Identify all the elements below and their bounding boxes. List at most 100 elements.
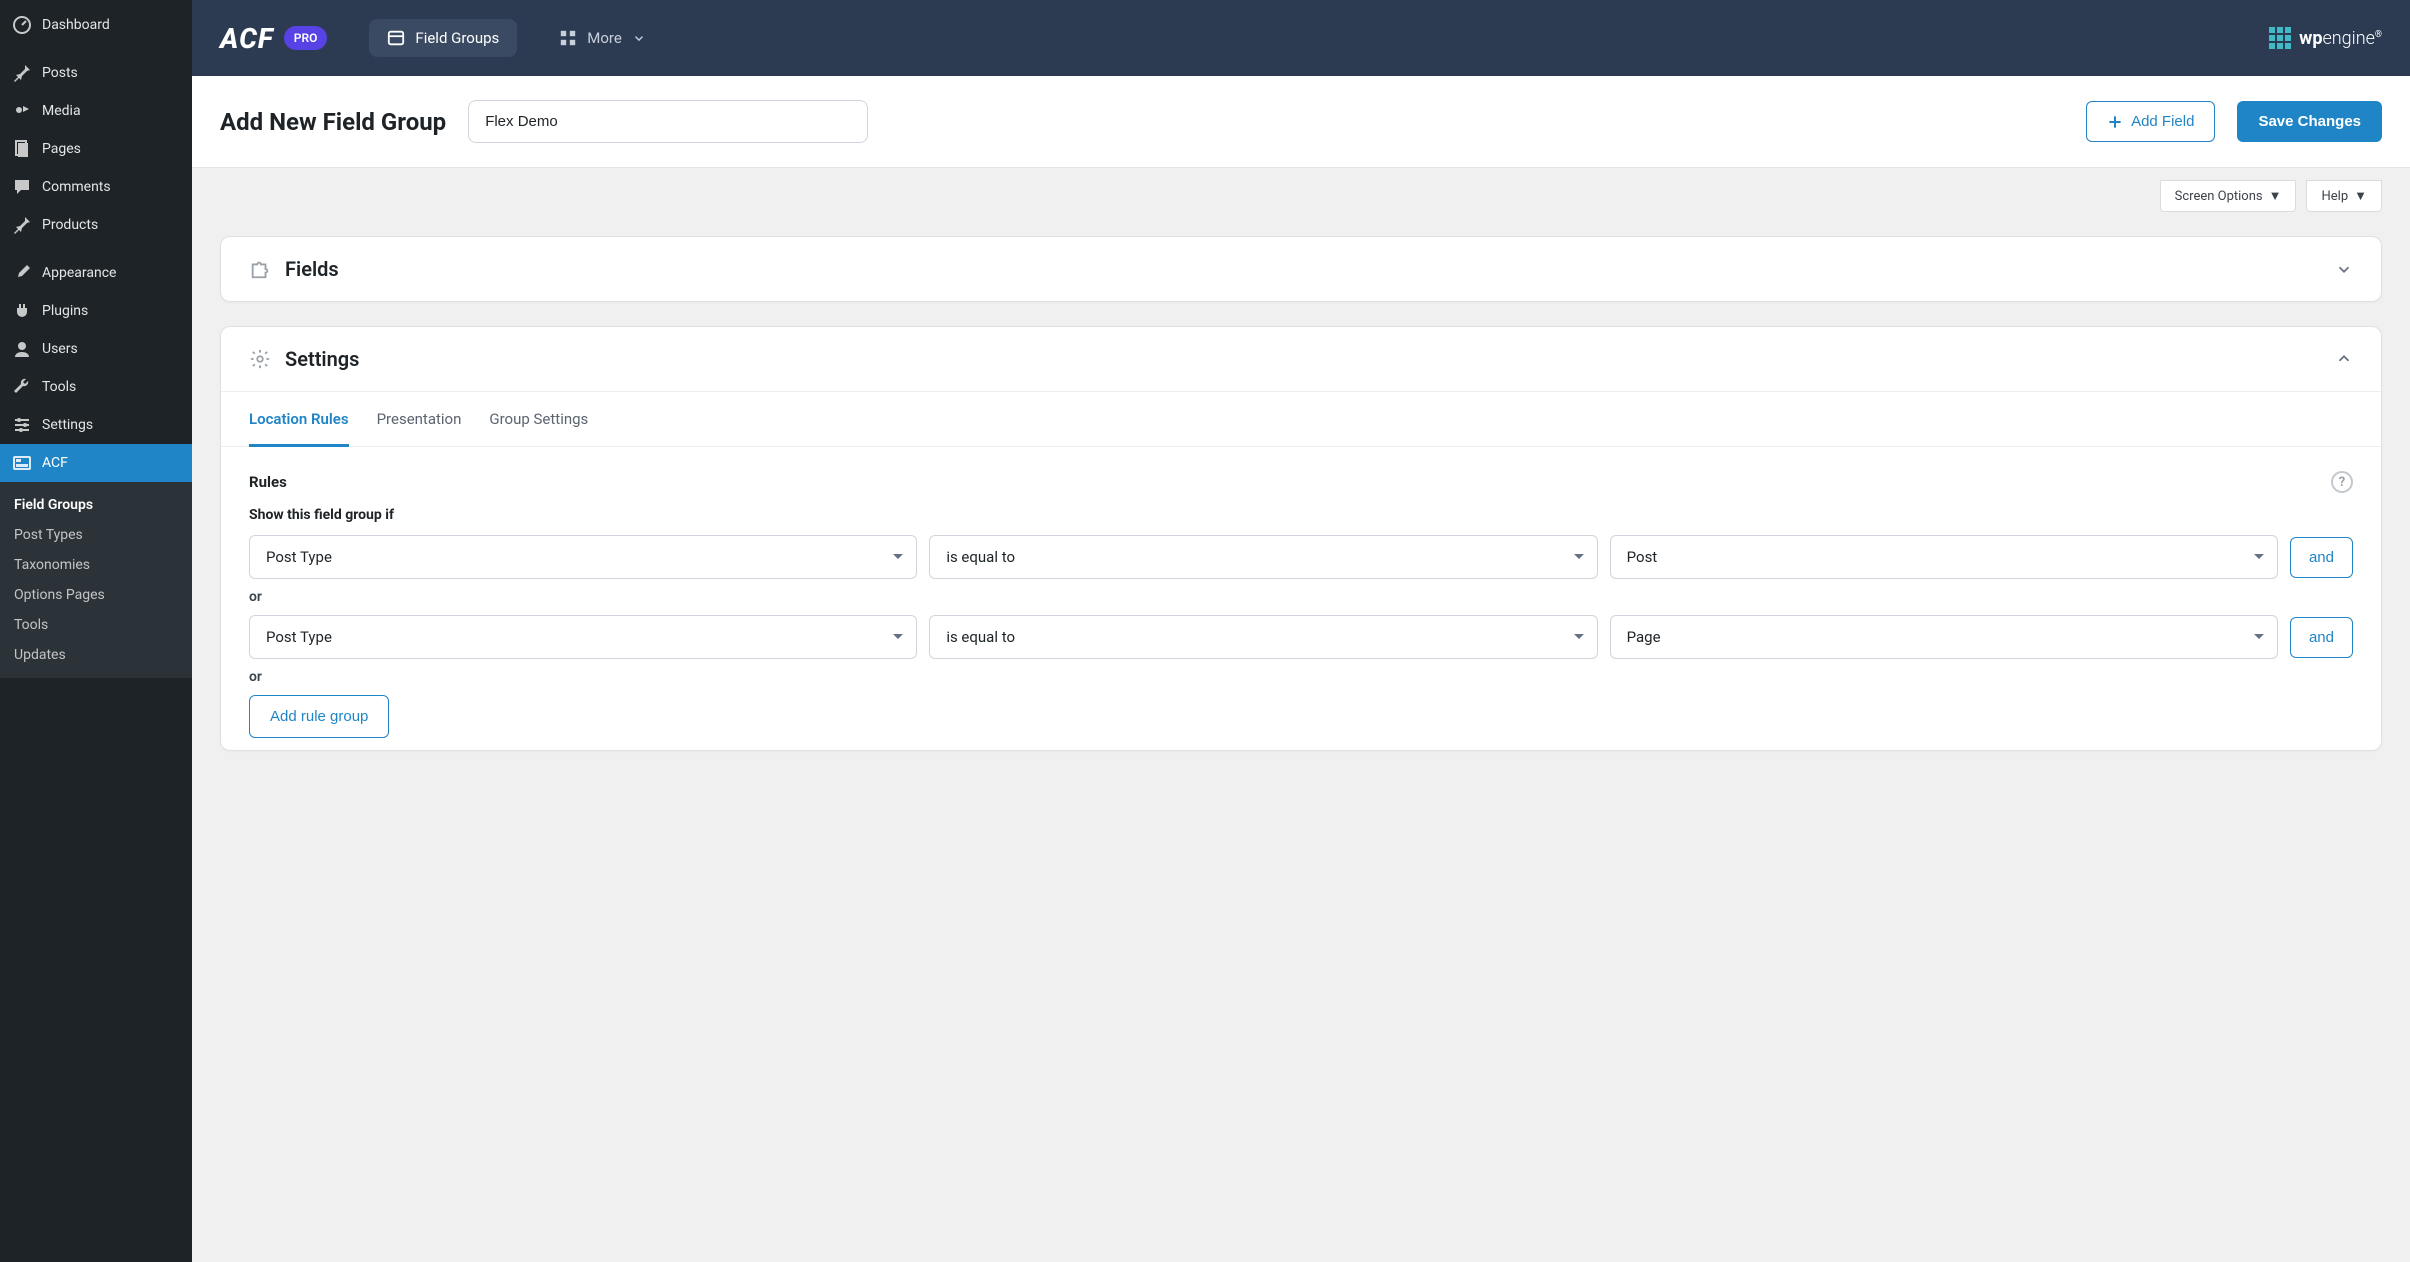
fields-panel: Fields: [220, 236, 2382, 302]
pin-icon: [12, 215, 32, 235]
sliders-icon: [12, 415, 32, 435]
caret-down-icon: ▼: [2269, 188, 2282, 204]
add-field-label: Add Field: [2131, 113, 2194, 130]
sidebar-item-acf[interactable]: ACF: [0, 444, 192, 482]
rule-param-select[interactable]: Post Type: [249, 535, 917, 579]
tab-presentation[interactable]: Presentation: [377, 392, 462, 446]
field-group-title-input[interactable]: [468, 100, 868, 143]
sidebar-label: ACF: [42, 455, 68, 471]
comment-icon: [12, 177, 32, 197]
user-icon: [12, 339, 32, 359]
rules-help-icon[interactable]: ?: [2331, 471, 2353, 493]
sidebar-item-posts[interactable]: Posts: [0, 54, 192, 92]
sidebar-item-products[interactable]: Products: [0, 206, 192, 244]
rule-row: Post Type is equal to Page and: [249, 615, 2353, 659]
settings-tabs: Location Rules Presentation Group Settin…: [221, 391, 2381, 447]
sidebar-item-media[interactable]: Media: [0, 92, 192, 130]
plug-icon: [12, 301, 32, 321]
logo-text: ACF: [220, 22, 274, 55]
sidebar-item-dashboard[interactable]: Dashboard: [0, 6, 192, 44]
sidebar-label: Settings: [42, 417, 93, 433]
sidebar-label: Posts: [42, 65, 78, 81]
caret-down-icon: ▼: [2354, 188, 2367, 204]
sidebar-item-pages[interactable]: Pages: [0, 130, 192, 168]
save-changes-button[interactable]: Save Changes: [2237, 101, 2382, 142]
rule-value-select[interactable]: Page: [1610, 615, 2278, 659]
screen-options-button[interactable]: Screen Options ▼: [2160, 180, 2297, 212]
wpengine-icon: [2269, 27, 2291, 49]
rule-and-button[interactable]: and: [2290, 537, 2353, 578]
add-field-button[interactable]: Add Field: [2086, 101, 2215, 142]
submenu-taxonomies[interactable]: Taxonomies: [0, 550, 192, 580]
submenu-field-groups[interactable]: Field Groups: [0, 490, 192, 520]
sidebar-item-tools[interactable]: Tools: [0, 368, 192, 406]
sidebar-item-users[interactable]: Users: [0, 330, 192, 368]
fields-panel-header[interactable]: Fields: [221, 237, 2381, 301]
settings-panel-header[interactable]: Settings: [221, 327, 2381, 391]
rule-value-select[interactable]: Post: [1610, 535, 2278, 579]
rules-subtitle: Show this field group if: [249, 507, 2353, 523]
fields-panel-title: Fields: [285, 257, 339, 281]
nav-label: Field Groups: [415, 29, 499, 47]
chevron-down-icon[interactable]: [2335, 260, 2353, 278]
help-label: Help: [2321, 189, 2348, 204]
sidebar-label: Comments: [42, 179, 111, 195]
sidebar-label: Products: [42, 217, 98, 233]
page-header: Add New Field Group Add Field Save Chang…: [192, 76, 2410, 168]
acf-topbar: ACF PRO Field Groups More wpengine®: [192, 0, 2410, 76]
rule-or-label: or: [249, 669, 2353, 685]
sidebar-label: Media: [42, 103, 81, 119]
brush-icon: [12, 263, 32, 283]
chevron-down-icon: [632, 31, 646, 45]
acf-logo: ACF PRO: [220, 22, 327, 55]
plus-icon: [2107, 114, 2123, 130]
pin-icon: [12, 63, 32, 83]
rules-title: Rules: [249, 473, 287, 491]
rule-and-button[interactable]: and: [2290, 617, 2353, 658]
acf-submenu: Field Groups Post Types Taxonomies Optio…: [0, 482, 192, 678]
help-button[interactable]: Help ▼: [2306, 180, 2382, 212]
sidebar-item-comments[interactable]: Comments: [0, 168, 192, 206]
settings-panel-title: Settings: [285, 347, 359, 371]
media-icon: [12, 101, 32, 121]
sidebar-label: Plugins: [42, 303, 88, 319]
add-rule-group-button[interactable]: Add rule group: [249, 695, 389, 738]
page-icon: [12, 139, 32, 159]
rule-or-label: or: [249, 589, 2353, 605]
rule-row: Post Type is equal to Post and: [249, 535, 2353, 579]
nav-more[interactable]: More: [559, 29, 646, 47]
settings-panel: Settings Location Rules Presentation Gro…: [220, 326, 2382, 751]
rule-operator-select[interactable]: is equal to: [929, 615, 1597, 659]
gear-icon: [249, 348, 271, 370]
more-label: More: [587, 29, 622, 47]
sidebar-label: Dashboard: [42, 17, 110, 33]
submenu-tools[interactable]: Tools: [0, 610, 192, 640]
acf-icon: [12, 453, 32, 473]
page-title: Add New Field Group: [220, 108, 446, 136]
wpengine-text: wpengine®: [2299, 28, 2382, 49]
submenu-updates[interactable]: Updates: [0, 640, 192, 670]
sidebar-label: Tools: [42, 379, 76, 395]
rule-param-select[interactable]: Post Type: [249, 615, 917, 659]
rule-operator-select[interactable]: is equal to: [929, 535, 1597, 579]
layout-icon: [387, 29, 405, 47]
sidebar-label: Users: [42, 341, 78, 357]
sidebar-item-appearance[interactable]: Appearance: [0, 254, 192, 292]
submenu-post-types[interactable]: Post Types: [0, 520, 192, 550]
nav-field-groups[interactable]: Field Groups: [369, 19, 517, 57]
screen-options-label: Screen Options: [2175, 189, 2263, 204]
pro-badge: PRO: [284, 26, 328, 50]
tab-group-settings[interactable]: Group Settings: [489, 392, 588, 446]
sidebar-label: Appearance: [42, 265, 116, 281]
wrench-icon: [12, 377, 32, 397]
sidebar-item-settings[interactable]: Settings: [0, 406, 192, 444]
dashboard-icon: [12, 15, 32, 35]
puzzle-icon: [249, 258, 271, 280]
wpengine-logo: wpengine®: [2269, 27, 2382, 49]
tab-location-rules[interactable]: Location Rules: [249, 392, 349, 446]
sidebar-item-plugins[interactable]: Plugins: [0, 292, 192, 330]
chevron-up-icon[interactable]: [2335, 350, 2353, 368]
wp-admin-sidebar: Dashboard Posts Media Pages Comments P: [0, 0, 192, 1262]
submenu-options-pages[interactable]: Options Pages: [0, 580, 192, 610]
grid-icon: [559, 29, 577, 47]
